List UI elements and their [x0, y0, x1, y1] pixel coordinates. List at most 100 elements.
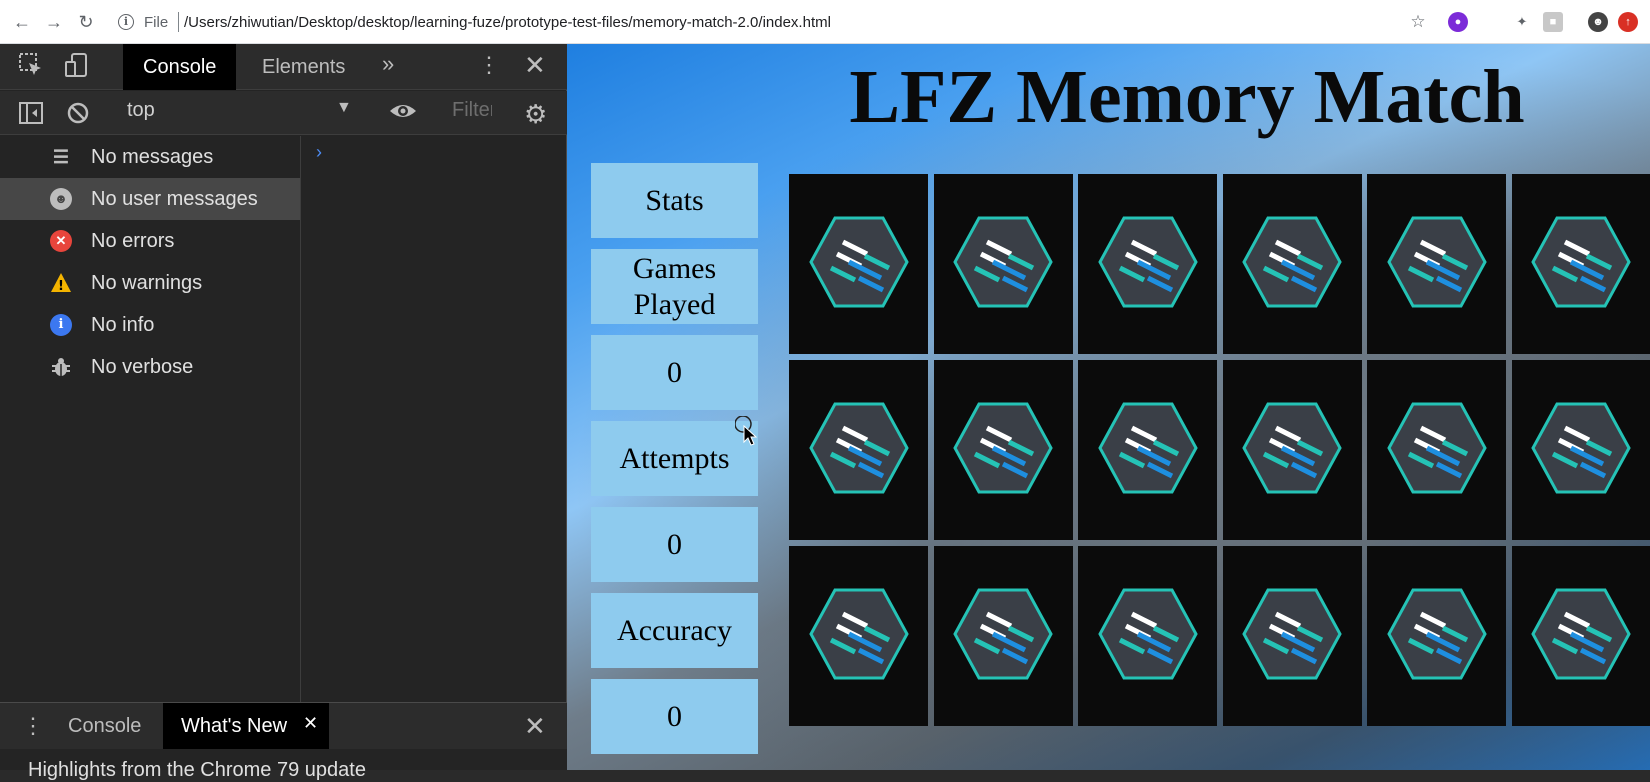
memory-card[interactable] — [1512, 360, 1650, 540]
whats-new-headline: Highlights from the Chrome 79 update — [28, 759, 366, 782]
extension-grey-icon[interactable]: ■ — [1543, 12, 1563, 32]
page-title: LFZ Memory Match — [567, 54, 1650, 141]
devtools-menu-icon[interactable]: ⋮ — [478, 52, 500, 78]
sidebar-item-label: No errors — [91, 230, 174, 253]
bug-icon — [50, 356, 72, 378]
lfz-logo-icon — [1242, 402, 1342, 499]
memory-card[interactable] — [789, 360, 928, 540]
lfz-logo-icon — [953, 402, 1053, 499]
sidebar-item-messages[interactable]: ☰ No messages — [0, 136, 300, 178]
sidebar-item-info[interactable]: i No info — [0, 304, 300, 346]
memory-card[interactable] — [1078, 546, 1217, 726]
memory-card[interactable] — [1512, 174, 1650, 354]
memory-card[interactable] — [1223, 546, 1362, 726]
context-selector[interactable]: top — [127, 99, 155, 122]
close-tab-icon[interactable]: ✕ — [303, 713, 318, 734]
close-drawer-icon[interactable]: ✕ — [524, 711, 546, 742]
drawer-tab-console[interactable]: Console — [50, 703, 159, 749]
update-icon[interactable]: ↑ — [1618, 12, 1638, 32]
memory-card[interactable] — [1367, 360, 1506, 540]
drawer-menu-icon[interactable]: ⋮ — [22, 713, 44, 739]
memory-card[interactable] — [1223, 174, 1362, 354]
extension-purple-icon[interactable]: ● — [1448, 12, 1468, 32]
sidebar-item-label: No messages — [91, 146, 213, 169]
chevron-down-icon[interactable]: ▼ — [336, 99, 352, 117]
console-toolbar: top ▼ Filter ⚙ — [0, 91, 567, 135]
file-scheme-label: File — [144, 14, 168, 31]
lfz-logo-icon — [1242, 216, 1342, 313]
memory-card[interactable] — [1367, 546, 1506, 726]
lfz-logo-icon — [1098, 216, 1198, 313]
svg-text:!: ! — [58, 279, 64, 294]
more-tabs-icon[interactable]: » — [382, 51, 394, 77]
memory-card[interactable] — [934, 174, 1073, 354]
url-separator — [178, 12, 179, 32]
memory-card[interactable] — [789, 546, 928, 726]
device-toolbar-icon[interactable] — [64, 52, 90, 80]
live-expression-eye-icon[interactable] — [388, 99, 418, 129]
sidebar-item-label: No info — [91, 314, 154, 337]
close-devtools-icon[interactable]: ✕ — [524, 50, 546, 81]
memory-card[interactable] — [1367, 174, 1506, 354]
lfz-logo-icon — [1387, 402, 1487, 499]
stats-header: Stats — [591, 163, 758, 238]
extension-sparkle-icon[interactable]: ✦ — [1512, 12, 1532, 32]
sidebar-item-errors[interactable]: ✕ No errors — [0, 220, 300, 262]
lfz-logo-icon — [953, 588, 1053, 685]
inspect-element-icon[interactable] — [18, 52, 44, 78]
tab-console[interactable]: Console — [123, 44, 236, 90]
sidebar-item-label: No verbose — [91, 356, 193, 379]
lfz-logo-icon — [1242, 588, 1342, 685]
attempts-label: Attempts — [591, 421, 758, 496]
browser-toolbar: ← → ↻ i File /Users/zhiwutian/Desktop/de… — [0, 0, 1650, 44]
memory-card[interactable] — [1078, 174, 1217, 354]
forward-icon[interactable]: → — [44, 12, 64, 32]
games-played-label: Games Played — [591, 249, 758, 324]
lfz-logo-icon — [1531, 588, 1631, 685]
lfz-logo-icon — [809, 402, 909, 499]
sidebar-item-label: No warnings — [91, 272, 202, 295]
memory-card[interactable] — [934, 360, 1073, 540]
devtools-tab-bar: Console Elements » ⋮ ✕ — [0, 44, 567, 90]
address-bar[interactable]: /Users/zhiwutian/Desktop/desktop/learnin… — [184, 14, 831, 31]
clear-console-icon[interactable] — [66, 101, 90, 131]
gear-icon[interactable]: ⚙ — [524, 99, 547, 130]
info-icon: i — [50, 314, 72, 336]
console-prompt-icon[interactable]: › — [316, 142, 322, 163]
filter-input[interactable]: Filter — [452, 99, 492, 122]
accuracy-label: Accuracy — [591, 593, 758, 668]
back-icon[interactable]: ← — [12, 12, 32, 32]
memory-card[interactable] — [1078, 360, 1217, 540]
lfz-logo-icon — [1098, 402, 1198, 499]
lfz-logo-icon — [1098, 588, 1198, 685]
sidebar-item-user-messages[interactable]: ☻ No user messages — [0, 178, 300, 220]
games-played-value: 0 — [591, 335, 758, 410]
warning-icon: ! — [50, 272, 72, 294]
sidebar-item-warnings[interactable]: ! No warnings — [0, 262, 300, 304]
lfz-logo-icon — [1387, 216, 1487, 313]
memory-card[interactable] — [789, 174, 928, 354]
sidebar-item-label: No user messages — [91, 188, 258, 211]
lfz-logo-icon — [1531, 402, 1631, 499]
lfz-logo-icon — [953, 216, 1053, 313]
reload-icon[interactable]: ↻ — [76, 12, 96, 32]
error-icon: ✕ — [50, 230, 72, 252]
attempts-value: 0 — [591, 507, 758, 582]
bookmark-star-icon[interactable]: ☆ — [1408, 12, 1428, 32]
memory-card[interactable] — [1512, 546, 1650, 726]
devtools-drawer: ⋮ Console What's New ✕ ✕ Highlights from… — [0, 702, 567, 770]
lfz-logo-icon — [1387, 588, 1487, 685]
lfz-logo-icon — [809, 216, 909, 313]
avatar[interactable]: ☻ — [1588, 12, 1608, 32]
site-info-icon[interactable]: i — [118, 14, 134, 30]
mouse-cursor-icon — [735, 416, 757, 446]
tab-elements[interactable]: Elements — [242, 44, 365, 90]
drawer-tab-bar: ⋮ Console What's New ✕ ✕ — [0, 703, 567, 749]
game-page: LFZ Memory Match Stats Games Played 0 At… — [567, 44, 1650, 770]
user-icon: ☻ — [50, 188, 72, 210]
sidebar-toggle-icon[interactable] — [18, 101, 44, 131]
memory-card[interactable] — [1223, 360, 1362, 540]
accuracy-value: 0 — [591, 679, 758, 754]
memory-card[interactable] — [934, 546, 1073, 726]
sidebar-item-verbose[interactable]: No verbose — [0, 346, 300, 388]
